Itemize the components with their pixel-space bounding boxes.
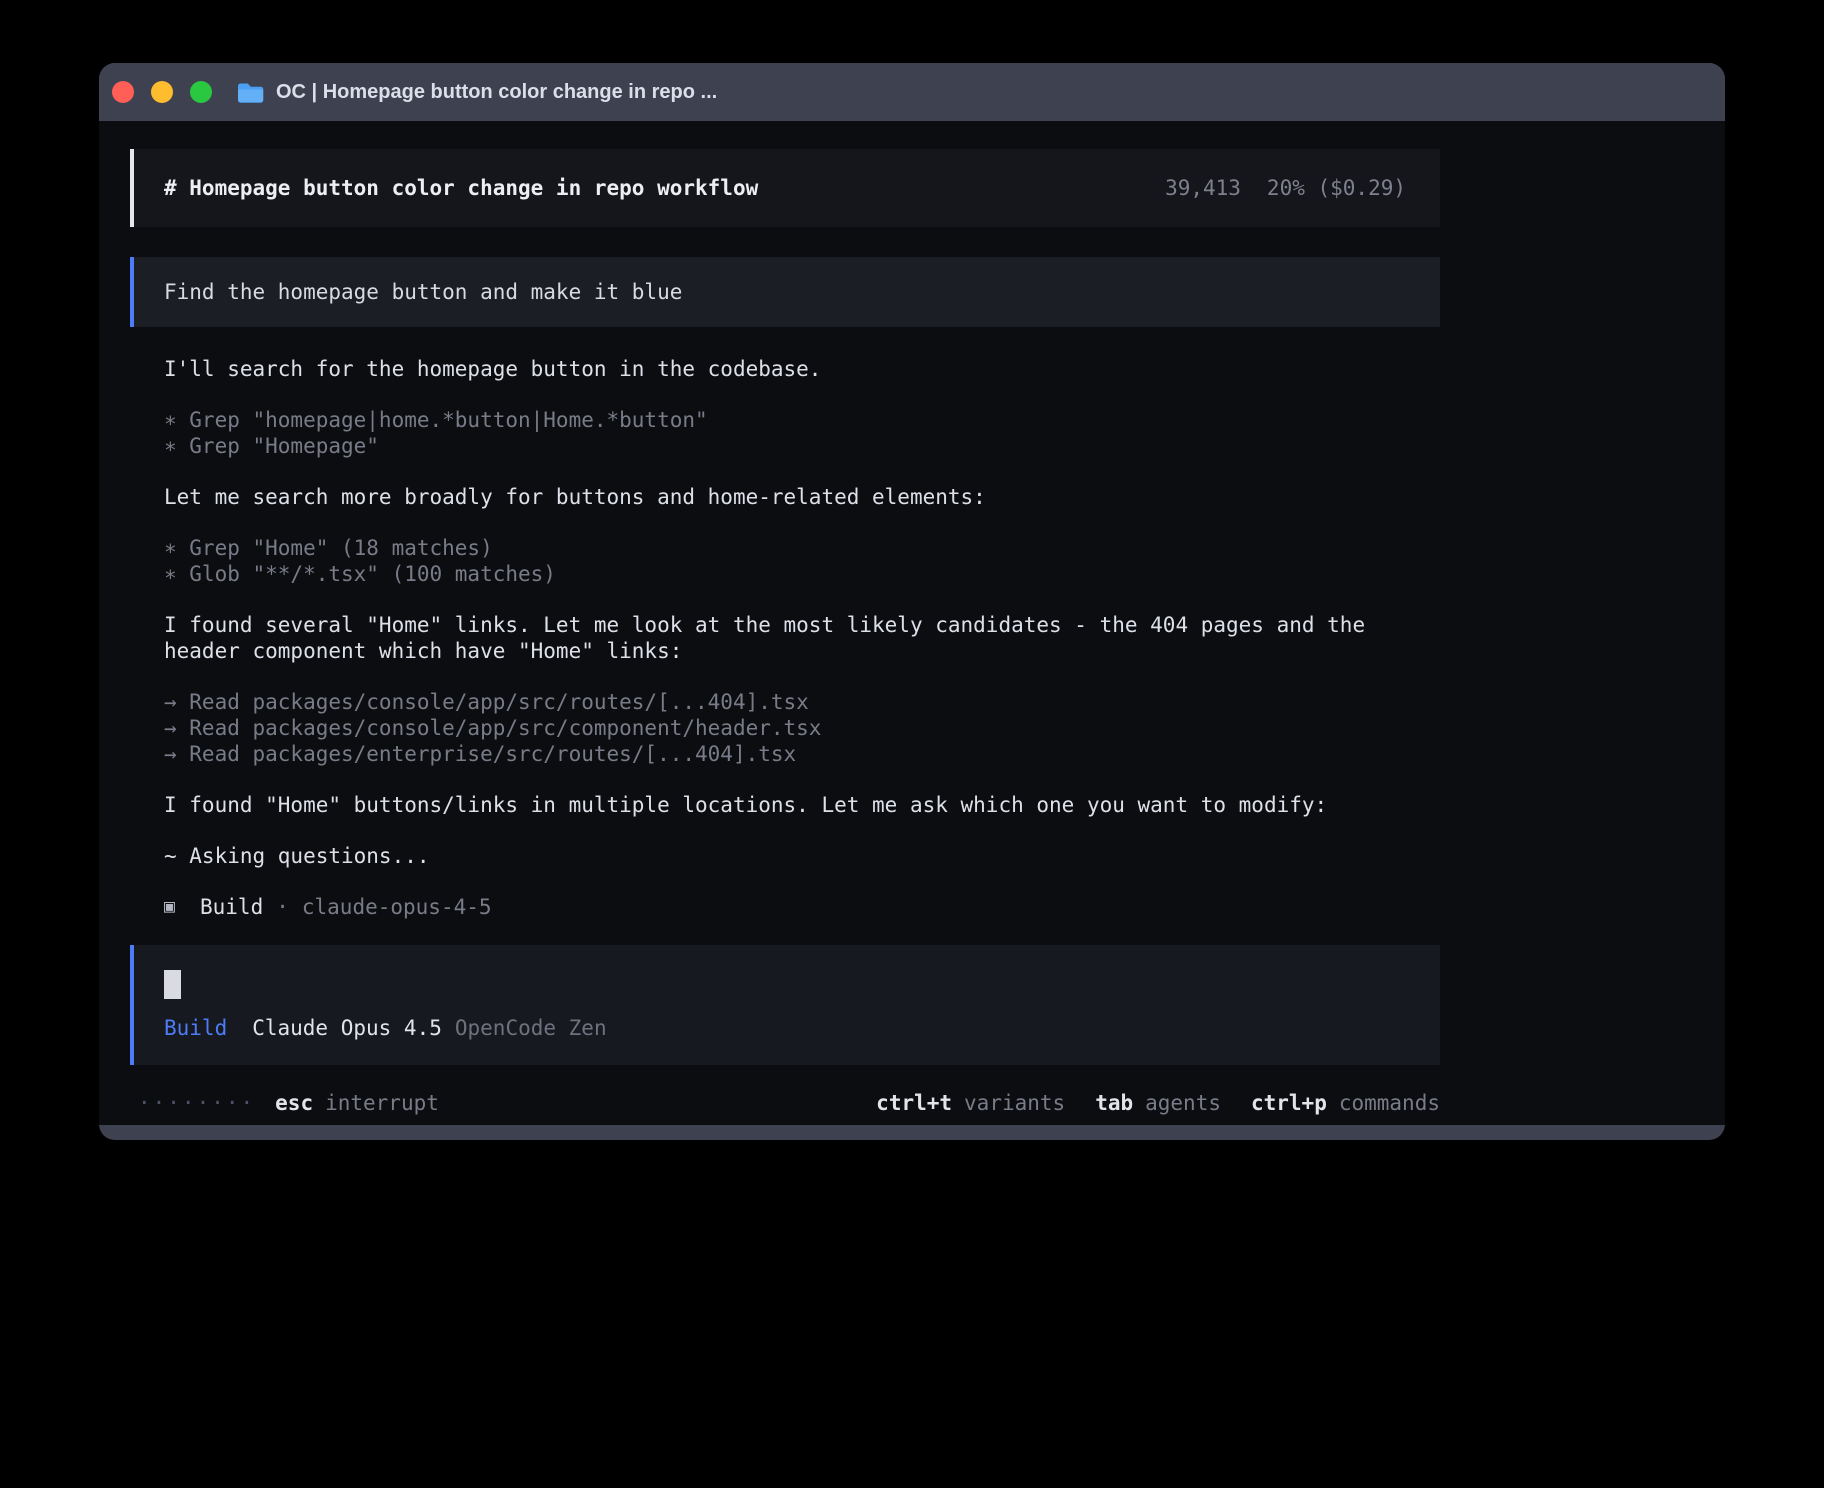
assistant-text: I found "Home" buttons/links in multiple… <box>164 792 1404 818</box>
window-titlebar[interactable]: OC | Homepage button color change in rep… <box>99 63 1725 121</box>
tool-call-group: → Read packages/console/app/src/routes/[… <box>164 689 1404 767</box>
window-title-group: OC | Homepage button color change in rep… <box>237 81 717 104</box>
status-bar-left: ········ esc interrupt <box>130 1089 439 1117</box>
separator-dot: · <box>276 894 289 920</box>
tool-call: ∗ Grep "homepage|home.*button|Home.*butt… <box>164 407 1404 433</box>
shortcut-commands: ctrl+p commands <box>1251 1089 1440 1117</box>
maximize-button[interactable] <box>190 81 212 103</box>
assistant-text: I found several "Home" links. Let me loo… <box>164 612 1404 664</box>
agent-icon: ▣ <box>164 894 200 920</box>
text-cursor <box>164 970 181 999</box>
window-title: OC | Homepage button color change in rep… <box>276 81 717 104</box>
input-meta-row: Build Claude Opus 4.5 OpenCode Zen <box>164 1016 1440 1040</box>
tool-call-group: ∗ Grep "Home" (18 matches) ∗ Glob "**/*.… <box>164 535 1404 587</box>
folder-icon <box>237 82 264 103</box>
input-model-label[interactable]: Claude Opus 4.5 <box>252 1016 442 1040</box>
user-message: Find the homepage button and make it blu… <box>130 257 1440 327</box>
terminal-window: OC | Homepage button color change in rep… <box>99 63 1725 1140</box>
tool-call: → Read packages/enterprise/src/routes/[.… <box>164 741 1404 767</box>
tool-call: → Read packages/console/app/src/routes/[… <box>164 689 1404 715</box>
esc-key-hint: esc <box>275 1089 313 1117</box>
assistant-status-text: ~ Asking questions... <box>164 843 1404 869</box>
prompt-input[interactable]: Build Claude Opus 4.5 OpenCode Zen <box>130 945 1440 1065</box>
agent-model: claude-opus-4-5 <box>302 894 492 920</box>
user-message-text: Find the homepage button and make it blu… <box>164 280 682 304</box>
tool-call: → Read packages/console/app/src/componen… <box>164 715 1404 741</box>
traffic-lights <box>112 81 212 103</box>
session-stats: 39,413 20% ($0.29) <box>1165 176 1406 200</box>
input-provider-label: OpenCode Zen <box>455 1016 607 1040</box>
assistant-text: Let me search more broadly for buttons a… <box>164 484 1404 510</box>
assistant-text: I'll search for the homepage button in t… <box>164 356 1404 382</box>
session-header: # Homepage button color change in repo w… <box>130 149 1440 227</box>
tool-call: ∗ Glob "**/*.tsx" (100 matches) <box>164 561 1404 587</box>
tool-call: ∗ Grep "Homepage" <box>164 433 1404 459</box>
agent-status-line: ▣ Build · claude-opus-4-5 <box>164 894 1404 920</box>
context-usage: 20% ($0.29) <box>1267 176 1406 200</box>
minimize-button[interactable] <box>151 81 173 103</box>
assistant-transcript: I'll search for the homepage button in t… <box>164 356 1404 920</box>
shortcut-agents: tab agents <box>1095 1089 1221 1117</box>
status-bar: ········ esc interrupt ctrl+t variants t… <box>130 1089 1440 1117</box>
esc-key-label: interrupt <box>325 1089 439 1117</box>
progress-dots: ········ <box>138 1089 255 1117</box>
agent-name: Build <box>200 894 263 920</box>
session-title: # Homepage button color change in repo w… <box>164 176 758 200</box>
status-bar-right: ctrl+t variants tab agents ctrl+p comman… <box>876 1089 1440 1117</box>
shortcut-variants: ctrl+t variants <box>876 1089 1065 1117</box>
close-button[interactable] <box>112 81 134 103</box>
input-mode-label[interactable]: Build <box>164 1016 227 1040</box>
terminal-content: # Homepage button color change in repo w… <box>99 121 1725 1125</box>
tool-call: ∗ Grep "Home" (18 matches) <box>164 535 1404 561</box>
tool-call-group: ∗ Grep "homepage|home.*button|Home.*butt… <box>164 407 1404 459</box>
token-count: 39,413 <box>1165 176 1241 200</box>
